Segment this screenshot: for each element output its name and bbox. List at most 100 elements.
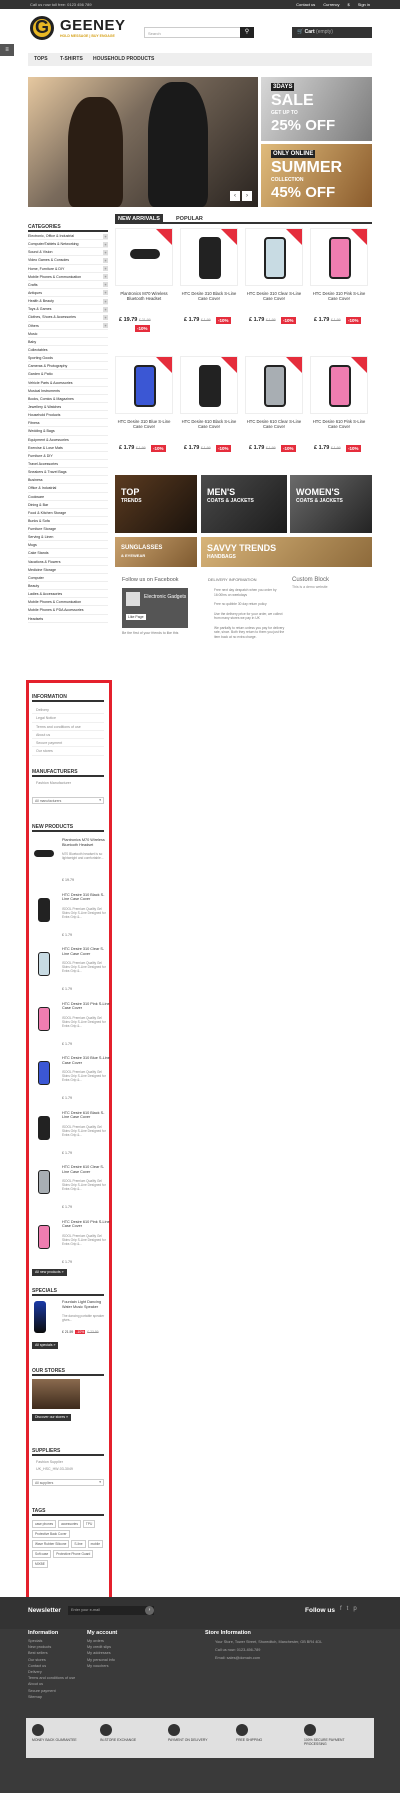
product-image[interactable] <box>310 228 368 286</box>
new-product-item[interactable]: HTC Desire 310 Clear S-Line Case Cover IS… <box>32 947 112 997</box>
product-image[interactable] <box>245 228 303 286</box>
category-item[interactable]: Musical Instruments <box>28 387 108 395</box>
plus-icon[interactable]: + <box>103 241 108 247</box>
new-product-item[interactable]: HTC Desire 310 Pink S-Line Case Cover ISO… <box>32 1002 112 1052</box>
plus-icon[interactable]: + <box>103 306 108 312</box>
product-image[interactable] <box>310 356 368 414</box>
all-specials-button[interactable]: All specials » <box>32 1342 59 1349</box>
plus-icon[interactable]: + <box>103 314 108 320</box>
product-card[interactable]: HTC Desire 610 Black S-Line Case Cover £ … <box>180 356 240 476</box>
product-card[interactable]: HTC Desire 610 Pink S-Line Case Cover £ 1… <box>310 356 370 476</box>
category-item[interactable]: Clothes, Shoes & Accessories + <box>28 313 108 322</box>
new-product-title[interactable]: HTC Desire 310 Clear S-Line Case Cover <box>62 947 110 956</box>
category-item[interactable]: Headsets <box>28 615 108 623</box>
category-item[interactable]: Household Products <box>28 411 108 420</box>
nav-item-household[interactable]: HOUSEHOLD PRODUCTS <box>93 53 154 66</box>
product-card[interactable]: HTC Desire 310 Clear S-Line Case Cover £ … <box>245 228 305 348</box>
category-item[interactable]: Cookware <box>28 493 108 501</box>
category-item[interactable]: Mugs <box>28 541 108 550</box>
product-name[interactable]: HTC Desire 310 Black S-Line Case Cover <box>180 291 238 301</box>
nav-item-tops[interactable]: TOPS <box>34 53 48 66</box>
speaker-image[interactable] <box>34 1301 46 1333</box>
tile-womens-coats[interactable]: WOMEN'S COATS & JACKETS <box>290 475 372 533</box>
plus-icon[interactable]: + <box>103 233 108 239</box>
category-item[interactable]: Mobile Phones & PDA Accessories <box>28 606 108 615</box>
side-menu-toggle-icon[interactable]: ≡ <box>0 44 14 56</box>
new-product-item[interactable]: Plantronics M70 Wireless Bluetooth Heads… <box>32 838 112 888</box>
hero-slider[interactable]: ‹ › <box>28 77 258 207</box>
category-item[interactable]: Books, Comics & Magazines <box>28 395 108 403</box>
slider-prev-icon[interactable]: ‹ <box>230 191 240 201</box>
new-product-item[interactable]: HTC Desire 310 Black S-Line Case Cover IS… <box>32 893 112 943</box>
product-name[interactable]: HTC Desire 310 Clear S-Line Case Cover <box>245 291 303 301</box>
category-item[interactable]: Cake Stands <box>28 549 108 558</box>
new-product-title[interactable]: HTC Desire 310 Black S-Line Case Cover <box>62 893 110 902</box>
tag-item[interactable]: Protective Back Cover <box>32 1530 70 1538</box>
product-card[interactable]: HTC Desire 310 Black S-Line Case Cover £ … <box>180 228 240 348</box>
category-item[interactable]: Travel Accessories <box>28 460 108 469</box>
category-item[interactable]: Sound & Vision + <box>28 248 108 257</box>
new-product-thumb[interactable] <box>33 840 55 870</box>
plus-icon[interactable]: + <box>103 323 108 329</box>
plus-icon[interactable]: + <box>103 290 108 296</box>
plus-icon[interactable]: + <box>103 298 108 304</box>
tag-item[interactable]: mobile <box>87 1540 103 1548</box>
cart-button[interactable]: 🛒 Cart (empty) <box>292 27 372 38</box>
new-product-thumb[interactable] <box>33 1004 55 1034</box>
category-item[interactable]: Exercise & Lose Mats <box>28 444 108 452</box>
category-item[interactable]: Equipment & Accessories <box>28 436 108 444</box>
product-name[interactable]: Plantronics M70 Wireless Bluetooth Heads… <box>115 291 173 301</box>
suppliers-select[interactable]: All suppliers ▾ <box>32 1479 104 1486</box>
product-name[interactable]: HTC Desire 310 Pink S-Line Case Cover <box>310 291 368 301</box>
contact-link[interactable]: Contact us <box>296 2 315 7</box>
tag-item[interactable]: TPU <box>82 1520 96 1528</box>
category-item[interactable]: Home, Furniture & DIY + <box>28 265 108 273</box>
category-item[interactable]: Sneakers & Travel Bags <box>28 468 108 477</box>
category-item[interactable]: Crafts + <box>28 281 108 289</box>
store-image[interactable] <box>32 1379 80 1409</box>
product-name[interactable]: HTC Desire 610 Clear S-Line Case Cover <box>245 419 303 429</box>
banner-summer[interactable]: ONLY ONLINE SUMMER COLLECTION 45% OFF <box>261 144 372 207</box>
discover-stores-button[interactable]: Discover our stores » <box>32 1414 72 1421</box>
all-new-products-button[interactable]: All new products » <box>32 1269 67 1276</box>
tag-item[interactable]: Protective Phone Guard <box>53 1550 94 1558</box>
supplier-item-1[interactable]: Fashion Supplier <box>32 1456 104 1464</box>
information-item[interactable]: Secure payment <box>32 739 104 748</box>
manufacturer-item[interactable]: Fashion Manufacturer <box>32 777 104 785</box>
new-product-title[interactable]: HTC Desire 610 Pink S-Line Case Cover <box>62 1220 110 1229</box>
new-product-thumb[interactable] <box>33 895 55 925</box>
category-item[interactable]: Garden & Patio <box>28 370 108 379</box>
banner-sale[interactable]: 3DAYS SALE GET UP TO 25% OFF <box>261 77 372 141</box>
footer-link[interactable]: Call us now: 0123-456-789 <box>205 1646 325 1654</box>
new-product-thumb[interactable] <box>33 1167 55 1197</box>
new-product-title[interactable]: Plantronics M70 Wireless Bluetooth Heads… <box>62 838 110 847</box>
category-item[interactable]: Bunks & Sofa <box>28 517 108 526</box>
tag-item[interactable]: case phones <box>32 1520 57 1528</box>
new-product-title[interactable]: HTC Desire 310 Pink S-Line Case Cover <box>62 1002 110 1011</box>
pinterest-icon[interactable]: p <box>353 1606 356 1612</box>
category-item[interactable]: Office & Industrial <box>28 484 108 493</box>
category-item[interactable]: Collectables <box>28 346 108 355</box>
category-item[interactable]: Antiques + <box>28 289 108 298</box>
category-item[interactable]: Mobile Phones & Communication + <box>28 273 108 281</box>
new-product-item[interactable]: HTC Desire 610 Black S-Line Case Cover IS… <box>32 1111 112 1161</box>
information-item[interactable]: Terms and conditions of use <box>32 723 104 731</box>
specials-product-name[interactable]: Fountain Light Dancing Water Music Speak… <box>62 1300 106 1309</box>
category-item[interactable]: Cameras & Photography <box>28 362 108 371</box>
tag-item[interactable]: S-line <box>71 1540 86 1548</box>
category-item[interactable]: Beauty <box>28 582 108 591</box>
supplier-item-2[interactable]: UK_HSC_HW-03-3049 <box>32 1464 104 1471</box>
product-image[interactable] <box>180 228 238 286</box>
tile-mens-coats[interactable]: MEN'S COATS & JACKETS <box>201 475 287 533</box>
tag-item[interactable]: Soft case <box>32 1550 52 1558</box>
product-card[interactable]: HTC Desire 310 Pink S-Line Case Cover £ 1… <box>310 228 370 348</box>
new-product-thumb[interactable] <box>33 1058 55 1088</box>
plus-icon[interactable]: + <box>103 266 108 272</box>
new-product-item[interactable]: HTC Desire 610 Pink S-Line Case Cover ISO… <box>32 1220 112 1270</box>
category-item[interactable]: Dining & Bar <box>28 501 108 509</box>
category-item[interactable]: Video Games & Consoles + <box>28 256 108 265</box>
category-item[interactable]: Wedding & Bags <box>28 427 108 436</box>
new-product-title[interactable]: HTC Desire 610 Clear S-Line Case Cover <box>62 1165 110 1174</box>
information-item[interactable]: About us <box>32 731 104 740</box>
information-item[interactable]: Legal Notice <box>32 714 104 723</box>
